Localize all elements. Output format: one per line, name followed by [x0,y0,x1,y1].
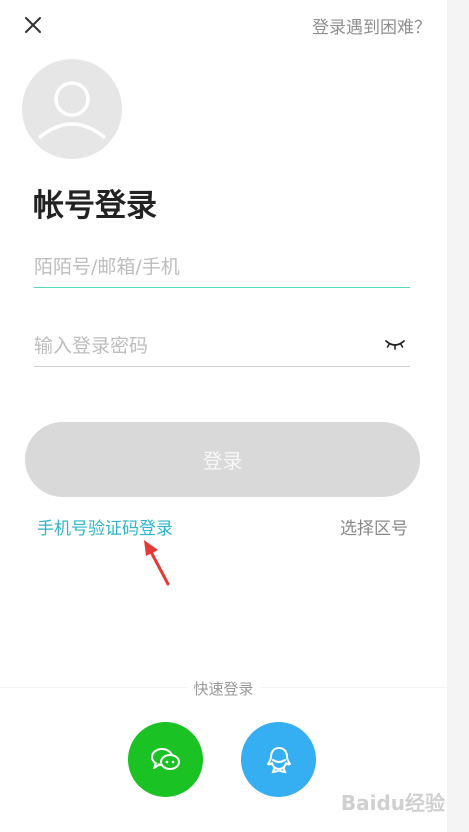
login-trouble-link[interactable]: 登录遇到困难？ [312,13,431,38]
quick-login-label-text: 快速登录 [187,680,260,698]
select-region-code-link[interactable]: 选择区号 [340,514,408,539]
user-avatar-icon [22,59,122,159]
eye-closed-icon[interactable] [384,336,406,352]
username-input[interactable] [34,247,410,287]
login-button[interactable]: 登录 [25,422,420,497]
qq-icon [266,746,291,773]
baidu-watermark: Baidu经验 [340,791,445,815]
red-arrow-annotation [140,538,176,588]
qq-login-button[interactable] [241,722,316,797]
username-field-wrapper [34,247,410,288]
right-edge-strip [447,0,469,832]
password-input[interactable] [34,326,364,366]
close-icon[interactable] [22,14,44,36]
wechat-icon [150,747,180,770]
password-field-wrapper [34,326,410,367]
wechat-login-button[interactable] [128,722,203,797]
sms-code-login-link[interactable]: 手机号验证码登录 [37,514,173,539]
quick-login-label: 快速登录 [0,678,447,699]
page-title: 帐号登录 [33,188,157,224]
